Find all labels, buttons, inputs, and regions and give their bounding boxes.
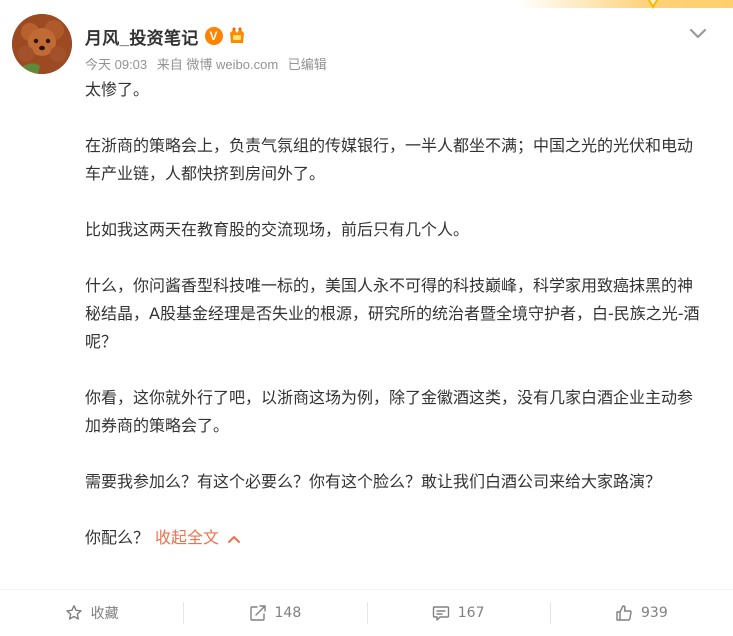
post-paragraph: 需要我参加么？有这个必要么？你有这个脸么？敢让我们白酒公司来给大家路演？ [85,472,662,491]
post-paragraph: 在浙商的策略会上，负责气氛组的传媒银行，一半人都坐不满；中国之光的光伏和电动车产… [85,136,694,183]
decorative-gem-icon [648,0,658,9]
post-time[interactable]: 今天 09:03 [85,57,147,72]
comment-count: 167 [457,605,485,621]
repost-count: 148 [274,605,302,621]
post-paragraph: 太惨了。 [85,80,150,99]
repost-icon [249,605,266,621]
verified-badge-icon[interactable]: V [204,27,223,45]
vip-icon[interactable] [227,27,247,45]
action-bar: 收藏 148 167 939 [0,589,733,636]
comment-icon [432,606,449,621]
post-last-line: 你配么？ 收起全文 [85,524,705,552]
favorite-label: 收藏 [90,606,119,622]
favorite-button[interactable]: 收藏 [0,590,183,636]
thumbs-up-icon [616,605,632,621]
username[interactable]: 月风_投资笔记 [85,24,199,49]
post-meta: 今天 09:03 来自 微博 weibo.com 已编辑 [85,54,333,73]
decorative-banner-strip [520,0,733,8]
repost-button[interactable]: 148 [183,590,366,636]
post-paragraph: 什么，你问酱香型科技唯一标的，美国人永不可得的科技巅峰，科学家用致癌抹黑的神秘结… [85,276,700,351]
chevron-down-icon[interactable] [688,26,708,42]
chevron-up-icon[interactable] [227,534,241,544]
post-content: 太惨了。 在浙商的策略会上，负责气氛组的传媒银行，一半人都坐不满；中国之光的光伏… [85,76,705,552]
like-count: 939 [641,605,668,621]
post-paragraph: 比如我这两天在教育股的交流现场，前后只有几个人。 [85,220,470,239]
like-button[interactable]: 939 [549,590,733,636]
post-header: 月风_投资笔记 V 今天 09:03 来自 微博 weibo.com 已编辑 [12,14,722,76]
star-icon [65,605,82,620]
post-source[interactable]: 来自 微博 weibo.com [157,57,278,72]
collapse-text-button[interactable]: 收起全文 [155,528,219,547]
avatar-image [12,14,72,74]
edited-label[interactable]: 已编辑 [288,57,327,72]
avatar[interactable] [12,14,72,74]
post-paragraph: 你看，这你就外行了吧，以浙商这场为例，除了金徽酒这类，没有几家白酒企业主动参加券… [85,388,694,435]
post-last-text: 你配么？ [85,528,150,547]
comment-button[interactable]: 167 [366,590,550,636]
